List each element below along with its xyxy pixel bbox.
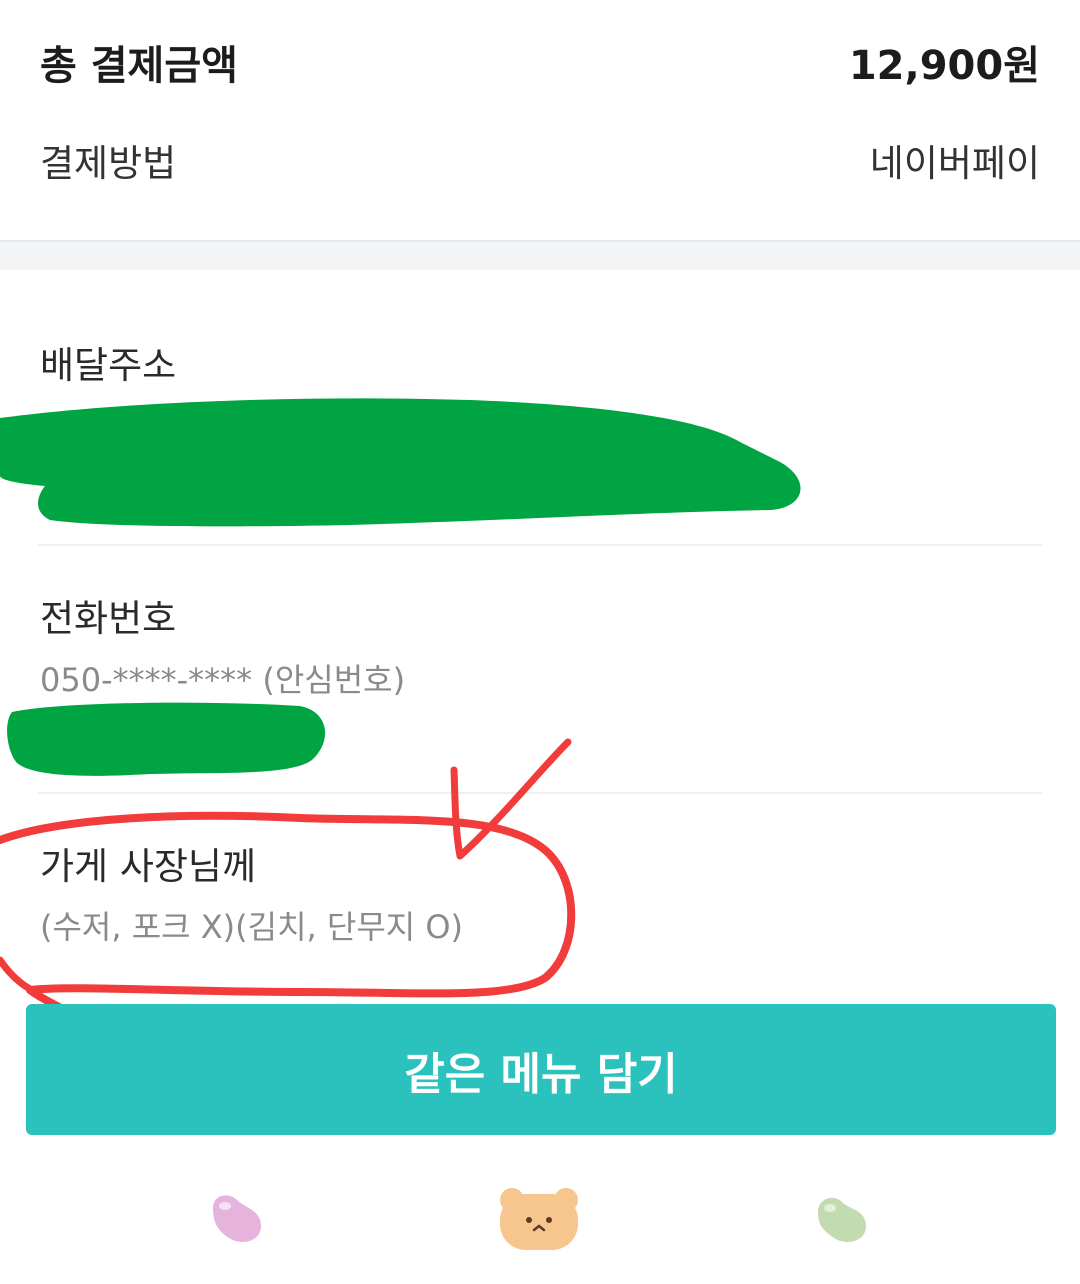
payment-method-value: 네이버페이 bbox=[869, 142, 1040, 185]
owner-note-value: (수저, 포크 X)(김치, 단무지 O) bbox=[40, 908, 464, 946]
payment-method-row: 결제방법 네이버페이 bbox=[40, 130, 1040, 190]
payment-method-label: 결제방법 bbox=[40, 142, 177, 185]
phone-value: 050-****-**** (안심번호) bbox=[40, 661, 406, 699]
green-bean-icon[interactable] bbox=[810, 1190, 872, 1248]
add-same-menu-button[interactable]: 같은 메뉴 담기 bbox=[26, 1004, 1056, 1135]
delivery-address-label: 배달주소 bbox=[40, 344, 177, 387]
phone-label: 전화번호 bbox=[40, 597, 177, 640]
order-detail-page: 총 결제금액 12,900원 결제방법 네이버페이 배달주소 전화번호 050-… bbox=[0, 0, 1080, 1284]
bear-face-icon[interactable] bbox=[496, 1184, 582, 1254]
total-amount-row: 총 결제금액 12,900원 bbox=[40, 30, 1040, 94]
owner-note-label: 가게 사장님께 bbox=[40, 845, 257, 888]
total-amount-label: 총 결제금액 bbox=[40, 43, 238, 89]
divider bbox=[38, 792, 1042, 794]
divider bbox=[38, 544, 1042, 546]
total-amount-value: 12,900원 bbox=[848, 43, 1040, 89]
section-separator bbox=[0, 240, 1080, 270]
pink-bean-icon[interactable] bbox=[205, 1188, 267, 1248]
